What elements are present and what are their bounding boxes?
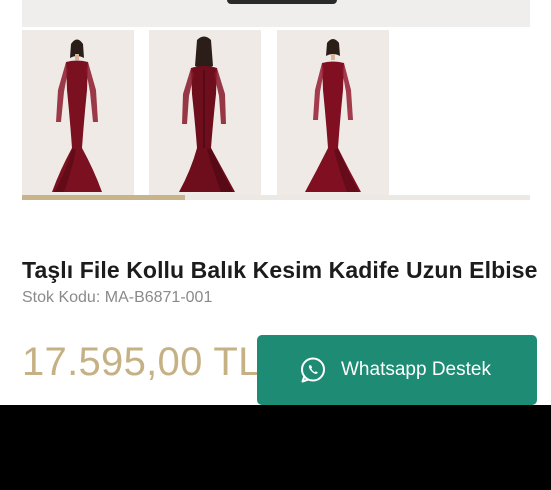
product-price: 17.595,00 TL: [22, 340, 261, 384]
gallery-thumbnail-2[interactable]: [149, 30, 261, 197]
top-photo-area: [0, 0, 551, 27]
gallery-scroll-indicator[interactable]: [22, 195, 185, 200]
gallery-thumbnail-1[interactable]: [22, 30, 134, 197]
bottom-black-area: [0, 405, 551, 490]
whatsapp-icon: [299, 356, 327, 384]
sku-line: Stok Kodu: MA-B6871-001: [22, 289, 212, 307]
dress-front-photo-icon: [22, 30, 134, 197]
dress-back-photo-icon: [149, 30, 261, 197]
dress-front-photo-icon: [277, 30, 389, 197]
product-title: Taşlı File Kollu Balık Kesim Kadife Uzun…: [22, 257, 538, 283]
sku-label: Stok Kodu:: [22, 289, 101, 306]
sku-value: MA-B6871-001: [104, 289, 213, 306]
whatsapp-button-label: Whatsapp Destek: [341, 359, 491, 380]
gallery-scroll-track[interactable]: [22, 195, 530, 200]
whatsapp-support-button[interactable]: Whatsapp Destek: [257, 335, 537, 405]
main-product-image-edge: [22, 0, 530, 27]
gallery-thumbnail-3[interactable]: [277, 30, 389, 197]
